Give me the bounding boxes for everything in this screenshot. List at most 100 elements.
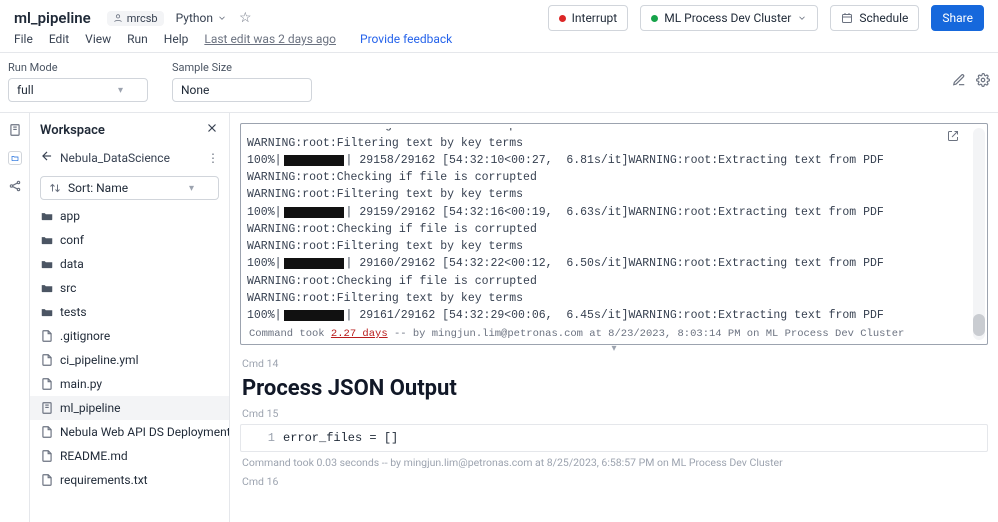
header-bar: ml_pipeline mrcsb Python ☆ Interrupt ML … <box>0 0 998 30</box>
schedule-button[interactable]: Schedule <box>830 5 919 31</box>
section-title: Process JSON Output <box>242 376 988 401</box>
workspace-item[interactable]: data <box>30 252 229 276</box>
command-footer: Command took 2.27 days -- by mingjun.lim… <box>247 324 981 340</box>
cmd-label: Cmd 14 <box>242 357 988 370</box>
runmode-select[interactable]: full ▾ <box>8 78 148 102</box>
owner-name: mrcsb <box>127 12 158 25</box>
workspace-item[interactable]: app <box>30 204 229 228</box>
popout-icon[interactable] <box>947 130 959 146</box>
item-name: src <box>60 281 76 295</box>
folder-icon <box>40 281 54 295</box>
breadcrumb[interactable]: Nebula_DataScience <box>60 151 170 165</box>
item-name: tests <box>60 305 87 319</box>
notebook-main[interactable]: 100%|| 29157/29162 [54:32:04<00:35, 7.03… <box>230 113 998 522</box>
samplesize-select[interactable]: None <box>172 78 312 102</box>
workspace-item[interactable]: conf <box>30 228 229 252</box>
back-icon[interactable] <box>40 149 54 166</box>
file-icon <box>40 329 54 343</box>
kebab-icon[interactable]: ⋮ <box>207 151 219 165</box>
workspace-item[interactable]: tests <box>30 300 229 324</box>
sort-select[interactable]: Sort: Name ▾ <box>40 176 219 200</box>
workspace-item[interactable]: requirements.txt <box>30 468 229 492</box>
language-label: Python <box>176 11 213 25</box>
left-rail <box>0 113 30 522</box>
menu-edit[interactable]: Edit <box>49 32 69 46</box>
cmd-label: Cmd 16 <box>242 475 988 488</box>
item-name: README.md <box>60 449 128 463</box>
log-output[interactable]: 100%|| 29157/29162 [54:32:04<00:35, 7.03… <box>247 128 981 324</box>
owner-chip[interactable]: mrcsb <box>107 11 164 26</box>
chevron-down-icon <box>217 13 227 23</box>
folder-icon <box>40 305 54 319</box>
file-icon <box>40 473 54 487</box>
runmode-label: Run Mode <box>8 61 148 74</box>
share-tree-icon[interactable] <box>8 179 22 193</box>
calendar-icon <box>841 12 853 24</box>
feedback-link[interactable]: Provide feedback <box>360 32 452 46</box>
cluster-selector[interactable]: ML Process Dev Cluster <box>640 5 818 31</box>
menu-help[interactable]: Help <box>164 32 189 46</box>
status-dot-icon <box>651 15 658 22</box>
item-name: main.py <box>60 377 102 391</box>
file-icon <box>40 353 54 367</box>
folder-icon <box>40 257 54 271</box>
notebook-name[interactable]: ml_pipeline <box>14 9 91 27</box>
item-name: conf <box>60 233 84 247</box>
menu-bar: File Edit View Run Help Last edit was 2 … <box>0 30 998 53</box>
edit-icon[interactable] <box>952 73 966 91</box>
menu-file[interactable]: File <box>14 32 33 46</box>
workspace-item[interactable]: .gitignore <box>30 324 229 348</box>
stop-icon <box>559 15 566 22</box>
duration-link[interactable]: 2.27 days <box>331 328 388 340</box>
line-number: 1 <box>247 431 275 445</box>
close-icon[interactable] <box>205 121 219 139</box>
language-selector[interactable]: Python <box>176 11 227 25</box>
sort-icon <box>49 182 61 194</box>
samplesize-label: Sample Size <box>172 61 312 74</box>
notebook-icon <box>40 401 54 415</box>
command-footer: Command took 0.03 seconds -- by mingjun.… <box>240 452 988 469</box>
chevron-down-icon <box>797 13 807 23</box>
file-icon <box>40 449 54 463</box>
scrollbar[interactable] <box>973 128 985 340</box>
workspace-item[interactable]: README.md <box>30 444 229 468</box>
item-name: requirements.txt <box>60 473 148 487</box>
workspace-list[interactable]: app conf data src tests .gitignore ci_pipeline… <box>30 204 229 522</box>
menu-run[interactable]: Run <box>127 32 148 46</box>
interrupt-button[interactable]: Interrupt <box>548 5 629 31</box>
workspace-panel: Workspace Nebula_DataScience ⋮ Sort: Nam… <box>30 113 230 522</box>
notebook-icon[interactable] <box>8 123 22 137</box>
person-icon <box>113 13 123 23</box>
gear-icon[interactable] <box>976 73 990 91</box>
item-name: app <box>60 209 80 223</box>
workspace-item[interactable]: ml_pipeline <box>30 396 229 420</box>
scrollbar-thumb[interactable] <box>973 314 985 336</box>
last-edit-link[interactable]: Last edit was 2 days ago <box>204 32 336 46</box>
item-name: ci_pipeline.yml <box>60 353 138 367</box>
menu-view[interactable]: View <box>85 32 111 46</box>
chevron-down-icon: ▾ <box>118 85 123 96</box>
chevron-down-icon: ▾ <box>189 183 194 194</box>
item-name: data <box>60 257 84 271</box>
folder-icon[interactable] <box>8 151 22 165</box>
item-name: .gitignore <box>60 329 110 343</box>
code-cell[interactable]: 1 error_files = [] <box>240 424 988 452</box>
workspace-item[interactable]: Nebula Web API DS Deployment.j... <box>30 420 229 444</box>
code-text: error_files = [] <box>283 431 398 445</box>
favorite-star-icon[interactable]: ☆ <box>239 10 252 26</box>
run-bar: Run Mode full ▾ Sample Size None <box>0 53 998 113</box>
output-cell: 100%|| 29157/29162 [54:32:04<00:35, 7.03… <box>240 123 988 345</box>
workspace-item[interactable]: src <box>30 276 229 300</box>
folder-icon <box>40 233 54 247</box>
file-icon <box>40 377 54 391</box>
share-button[interactable]: Share <box>931 5 984 31</box>
item-name: Nebula Web API DS Deployment.j... <box>60 425 229 439</box>
item-name: ml_pipeline <box>60 401 120 415</box>
resize-handle[interactable]: ▾ <box>240 345 988 351</box>
folder-icon <box>40 209 54 223</box>
workspace-item[interactable]: main.py <box>30 372 229 396</box>
workspace-title: Workspace <box>40 123 105 138</box>
workspace-item[interactable]: ci_pipeline.yml <box>30 348 229 372</box>
file-icon <box>40 425 54 439</box>
cmd-label: Cmd 15 <box>242 407 988 420</box>
